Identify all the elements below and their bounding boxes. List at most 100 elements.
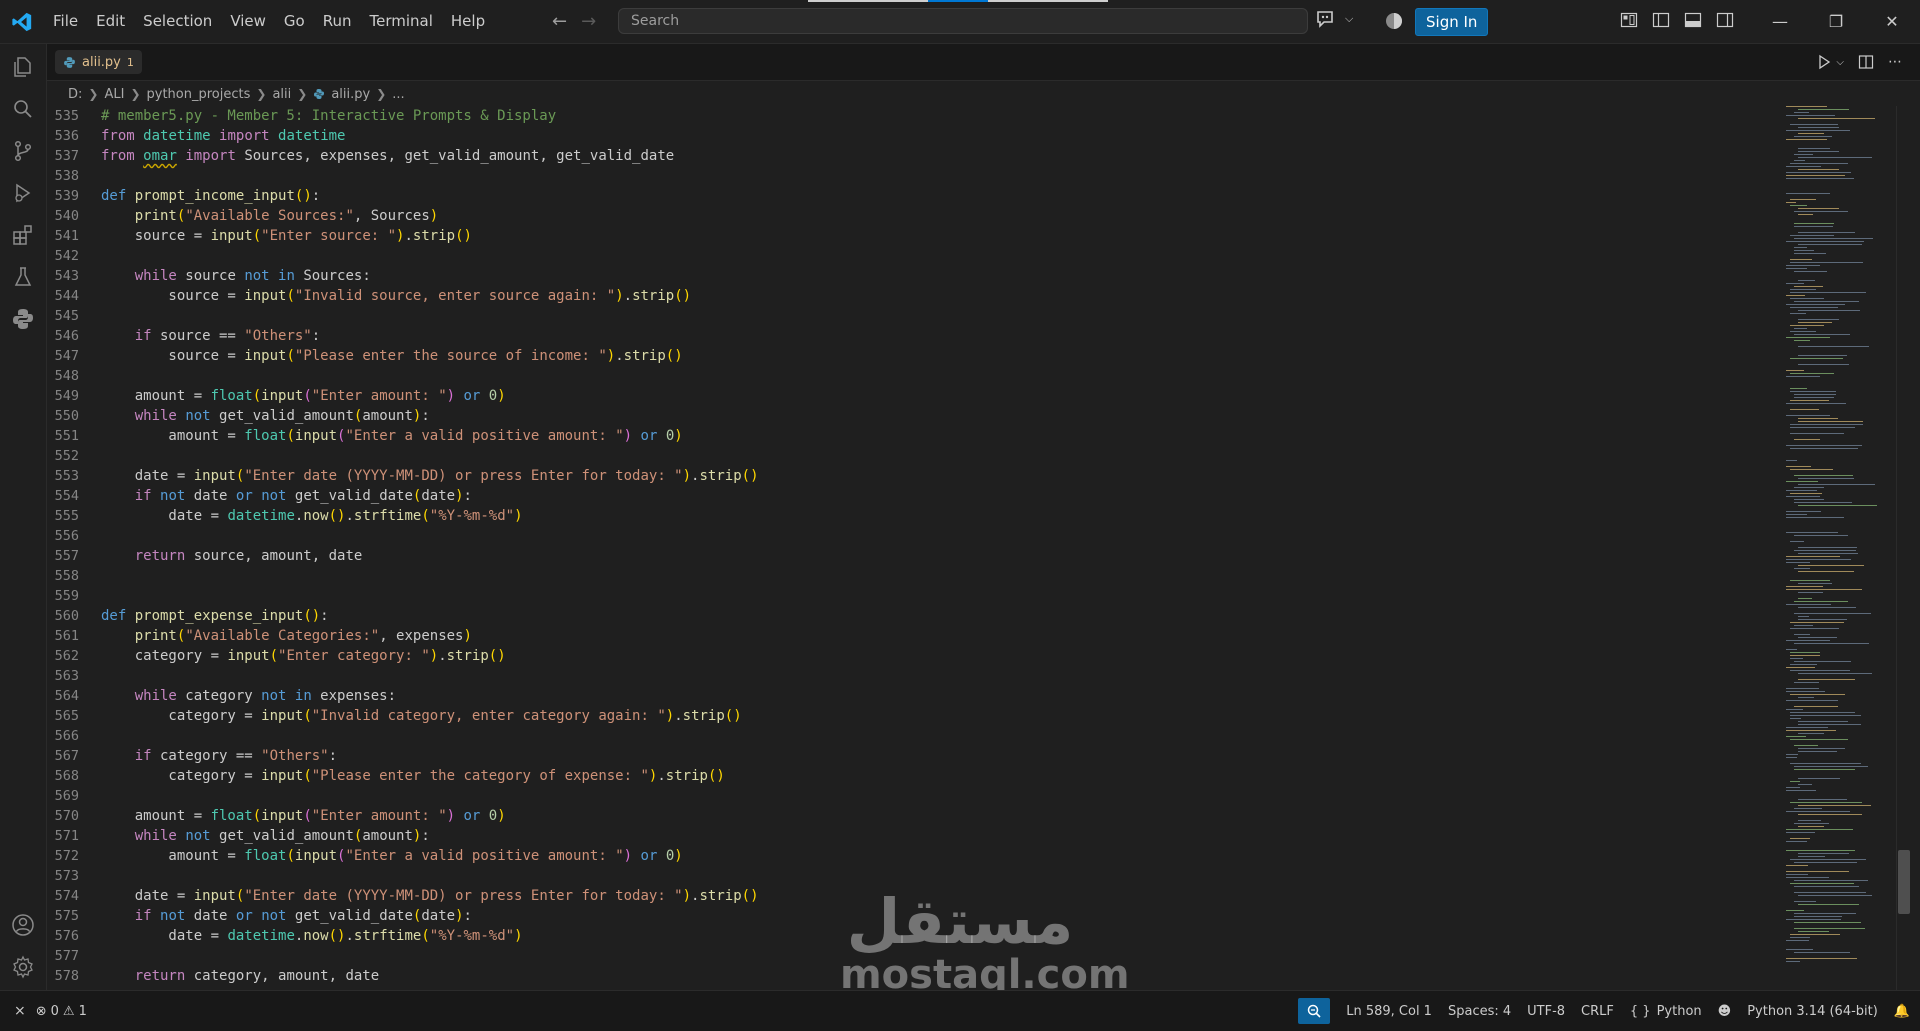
minimap-line <box>1790 712 1855 713</box>
minimap-line <box>1794 808 1822 809</box>
python-icon[interactable] <box>10 306 36 332</box>
remote-indicator-icon[interactable]: ⨯ <box>14 1003 26 1019</box>
minimap-line <box>1798 784 1812 785</box>
code-line: 552 <box>47 446 1777 466</box>
minimize-icon[interactable]: — <box>1752 0 1808 43</box>
indentation[interactable]: Spaces: 4 <box>1448 1004 1511 1019</box>
toggle-panel-icon[interactable] <box>1684 11 1702 29</box>
minimap-line <box>1794 499 1824 500</box>
minimap-line <box>1798 826 1824 827</box>
minimap-line <box>1794 880 1868 881</box>
minimap-line <box>1798 151 1839 152</box>
minimap-line <box>1790 289 1816 290</box>
minimap-line <box>1790 400 1829 401</box>
code-line: 548 <box>47 366 1777 386</box>
title-indicator-accent <box>928 0 988 2</box>
breadcrumb-item[interactable]: alii <box>272 87 291 102</box>
end-of-line[interactable]: CRLF <box>1581 1004 1614 1019</box>
minimap-line <box>1798 679 1855 680</box>
breadcrumb-item[interactable]: ... <box>392 87 404 102</box>
minimap-line <box>1786 865 1808 866</box>
breadcrumb-item[interactable]: D: <box>68 87 82 102</box>
encoding[interactable]: UTF-8 <box>1527 1004 1565 1019</box>
minimap-line <box>1798 799 1847 800</box>
run-debug-icon[interactable] <box>10 180 36 206</box>
command-center-search[interactable]: Search <box>618 8 1308 34</box>
minimap-line <box>1794 286 1823 287</box>
minimap-line <box>1798 904 1859 905</box>
explorer-icon[interactable] <box>10 54 36 80</box>
sign-in-button[interactable]: Sign In <box>1415 8 1489 36</box>
menu-run[interactable]: Run <box>314 0 361 43</box>
code-line: 570 amount = float(input("Enter amount: … <box>47 806 1777 826</box>
copilot-status-icon[interactable]: ☻ <box>1718 1004 1732 1019</box>
minimap-line <box>1786 832 1815 833</box>
run-file-icon[interactable] <box>1816 54 1832 70</box>
minimap-line <box>1786 877 1829 878</box>
code-line: 568 category = input("Please enter the c… <box>47 766 1777 786</box>
code-editor[interactable]: 535 # member5.py - Member 5: Interactive … <box>47 106 1777 990</box>
minimap-line <box>1794 238 1873 239</box>
copilot-chat-icon[interactable] <box>1315 10 1335 28</box>
source-control-icon[interactable] <box>10 138 36 164</box>
toggle-primary-sidebar-icon[interactable] <box>1652 11 1670 29</box>
menu-help[interactable]: Help <box>442 0 494 43</box>
notifications-bell-icon[interactable]: 🔔 <box>1894 1004 1910 1019</box>
chevron-right-icon: ❯ <box>88 87 99 101</box>
run-chevron-down-icon[interactable]: ⌵ <box>1836 57 1844 68</box>
menu-view[interactable]: View <box>221 0 275 43</box>
search-icon[interactable] <box>10 96 36 122</box>
cursor-position[interactable]: Ln 589, Col 1 <box>1346 1004 1432 1019</box>
minimap[interactable] <box>1780 106 1900 990</box>
settings-gear-icon[interactable] <box>10 954 36 980</box>
tab-alii-py[interactable]: alii.py 1 <box>55 50 142 74</box>
extensions-icon[interactable] <box>10 222 36 248</box>
back-arrow-icon[interactable]: ← <box>552 11 567 32</box>
menu-terminal[interactable]: Terminal <box>361 0 442 43</box>
language-mode[interactable]: { } Python <box>1630 1004 1702 1019</box>
close-icon[interactable]: ✕ <box>1864 0 1920 43</box>
scrollbar-thumb[interactable] <box>1898 850 1910 914</box>
minimap-line <box>1786 691 1825 692</box>
testing-icon[interactable] <box>10 264 36 290</box>
line-number: 569 <box>54 788 79 804</box>
account-icon[interactable] <box>10 912 36 938</box>
minimap-line <box>1794 334 1850 335</box>
minimap-line <box>1798 346 1869 347</box>
minimap-line <box>1798 214 1813 215</box>
zoom-indicator-button[interactable] <box>1298 998 1331 1024</box>
customize-layout-icon[interactable] <box>1620 11 1638 29</box>
editor-actions: ⌵ ⋯ <box>1816 54 1902 70</box>
minimap-line <box>1798 310 1860 311</box>
menu-selection[interactable]: Selection <box>134 0 221 43</box>
menu-edit[interactable]: Edit <box>87 0 134 43</box>
split-editor-icon[interactable] <box>1858 54 1874 70</box>
minimap-line <box>1794 745 1818 746</box>
breadcrumb-item[interactable]: python_projects <box>147 87 251 102</box>
python-interpreter[interactable]: Python 3.14 (64-bit) <box>1747 1004 1878 1019</box>
problems-indicator[interactable]: ⊗ 0 ⚠ 1 <box>36 1004 87 1019</box>
minimap-line <box>1794 634 1810 635</box>
minimap-line <box>1786 949 1813 950</box>
chevron-right-icon: ❯ <box>256 87 267 101</box>
breadcrumb-item[interactable]: ALI <box>104 87 124 102</box>
breadcrumb-item[interactable]: alii.py <box>331 87 370 102</box>
minimap-line <box>1786 790 1816 791</box>
line-number: 536 <box>54 128 79 144</box>
restore-icon[interactable]: ❐ <box>1808 0 1864 43</box>
chevron-down-icon[interactable]: ⌵ <box>1345 12 1353 26</box>
code-line: 556 <box>47 526 1777 546</box>
minimap-line <box>1790 937 1810 938</box>
line-number: 535 <box>54 108 79 124</box>
tab-label: alii.py <box>82 54 121 70</box>
menu-file[interactable]: File <box>44 0 87 43</box>
accounts-sync-icon[interactable] <box>1385 12 1403 34</box>
minimap-line <box>1798 697 1814 698</box>
line-number: 549 <box>54 388 79 404</box>
menu-go[interactable]: Go <box>275 0 314 43</box>
toggle-secondary-sidebar-icon[interactable] <box>1716 11 1734 29</box>
code-line: 573 <box>47 866 1777 886</box>
forward-arrow-icon[interactable]: → <box>581 11 596 32</box>
minimap-line <box>1798 721 1848 722</box>
more-actions-icon[interactable]: ⋯ <box>1888 54 1902 70</box>
